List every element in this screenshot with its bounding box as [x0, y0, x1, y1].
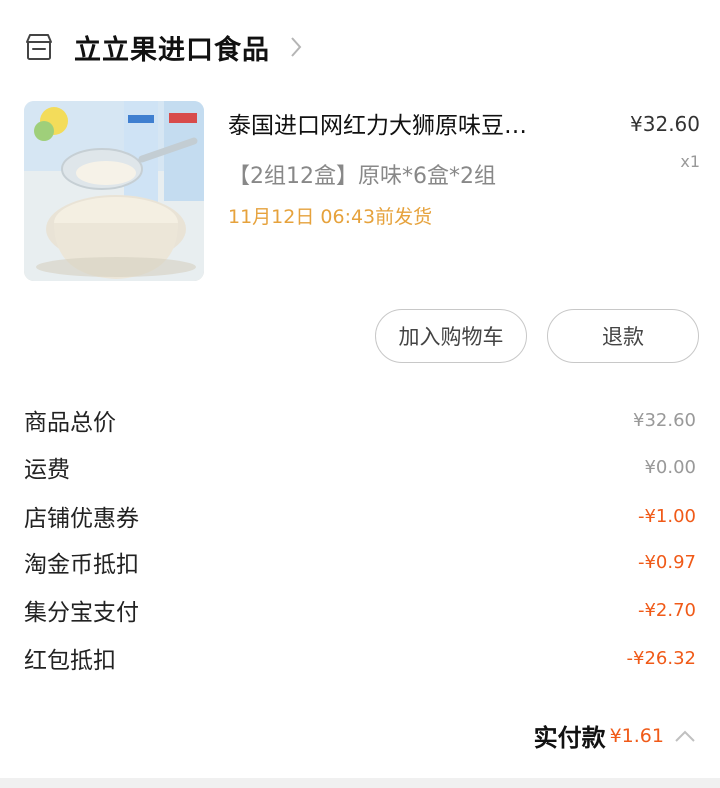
chevron-right-icon[interactable]: [288, 34, 304, 60]
summary-value: -¥26.32: [626, 647, 696, 669]
summary-label: 淘金币抵扣: [24, 552, 139, 578]
summary-row-shop-coupon: 店铺优惠券 -¥1.00: [24, 496, 696, 536]
summary-row-shipping: 运费 ¥0.00: [24, 447, 696, 487]
shop-name[interactable]: 立立果进口食品: [74, 28, 270, 67]
summary-value: ¥0.00: [644, 456, 696, 478]
refund-button[interactable]: 退款: [547, 309, 699, 363]
summary-value: -¥1.00: [637, 505, 696, 527]
shop-header[interactable]: 立立果进口食品: [24, 28, 304, 66]
shipping-deadline: 11月12日 06:43前发货: [228, 206, 433, 228]
product-sku: 【2组12盒】原味*6盒*2组: [228, 164, 496, 189]
summary-label: 红包抵扣: [24, 648, 116, 674]
chevron-up-icon[interactable]: [674, 729, 696, 743]
summary-row-red-packet: 红包抵扣 -¥26.32: [24, 638, 696, 678]
section-divider: [0, 778, 720, 788]
product-price: ¥32.60: [630, 112, 700, 136]
product-title[interactable]: 泰国进口网红力大狮原味豆…: [228, 106, 608, 140]
order-card: 立立果进口食品 泰国进口网红力大狮原味豆… ¥32.60 【2组12盒】原味*6…: [0, 0, 720, 778]
total-paid[interactable]: 实付款 ¥1.61: [534, 718, 696, 753]
summary-value: -¥0.97: [637, 551, 696, 573]
product-photo: [24, 101, 204, 281]
total-value: ¥1.61: [609, 724, 664, 747]
summary-row-coins: 淘金币抵扣 -¥0.97: [24, 542, 696, 582]
summary-label: 运费: [24, 457, 70, 483]
summary-value: ¥32.60: [633, 409, 696, 431]
summary-value: -¥2.70: [637, 599, 696, 621]
summary-label: 集分宝支付: [24, 600, 139, 626]
product-image[interactable]: [24, 101, 204, 281]
product-quantity: x1: [680, 152, 700, 171]
summary-row-jifenbao: 集分宝支付 -¥2.70: [24, 590, 696, 630]
add-to-cart-button[interactable]: 加入购物车: [375, 309, 527, 363]
store-icon: [26, 34, 52, 60]
summary-label: 商品总价: [24, 410, 116, 436]
summary-label: 店铺优惠券: [24, 506, 139, 532]
total-label: 实付款: [533, 724, 606, 752]
summary-row-subtotal: 商品总价 ¥32.60: [24, 400, 696, 440]
